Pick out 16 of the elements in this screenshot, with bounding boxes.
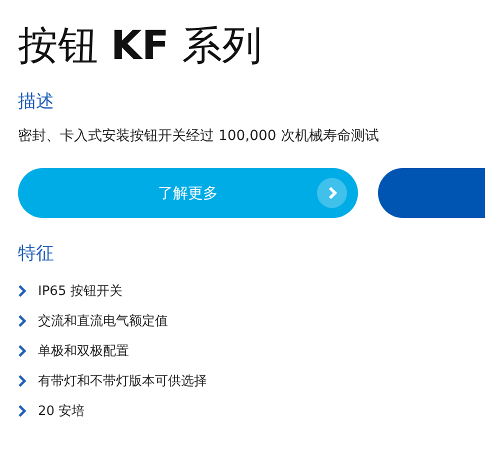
feature-item: 交流和直流电气额定值 <box>38 313 168 330</box>
feature-item: 20 安培 <box>38 403 85 420</box>
chevron-right-icon <box>18 315 26 327</box>
chevron-right-icon <box>317 178 347 208</box>
section-heading: 特征 <box>18 242 55 266</box>
page-title: 按钮 KF 系列 <box>18 22 263 71</box>
feature-item: 单极和双极配置 <box>38 343 129 360</box>
chevron-right-icon <box>18 405 26 417</box>
chevron-right-icon <box>18 285 26 297</box>
description-text: 密封、卡入式安装按钮开关经过 100,000 次机械寿命测试 <box>18 127 380 146</box>
learn-more-button[interactable]: 了解更多 <box>18 168 358 218</box>
chevron-right-icon <box>18 345 26 357</box>
chevron-right-icon <box>18 375 26 387</box>
section-heading: 描述 <box>18 90 55 114</box>
feature-item: 有带灯和不带灯版本可供选择 <box>38 373 207 390</box>
feature-item: IP65 按钮开关 <box>38 283 122 300</box>
